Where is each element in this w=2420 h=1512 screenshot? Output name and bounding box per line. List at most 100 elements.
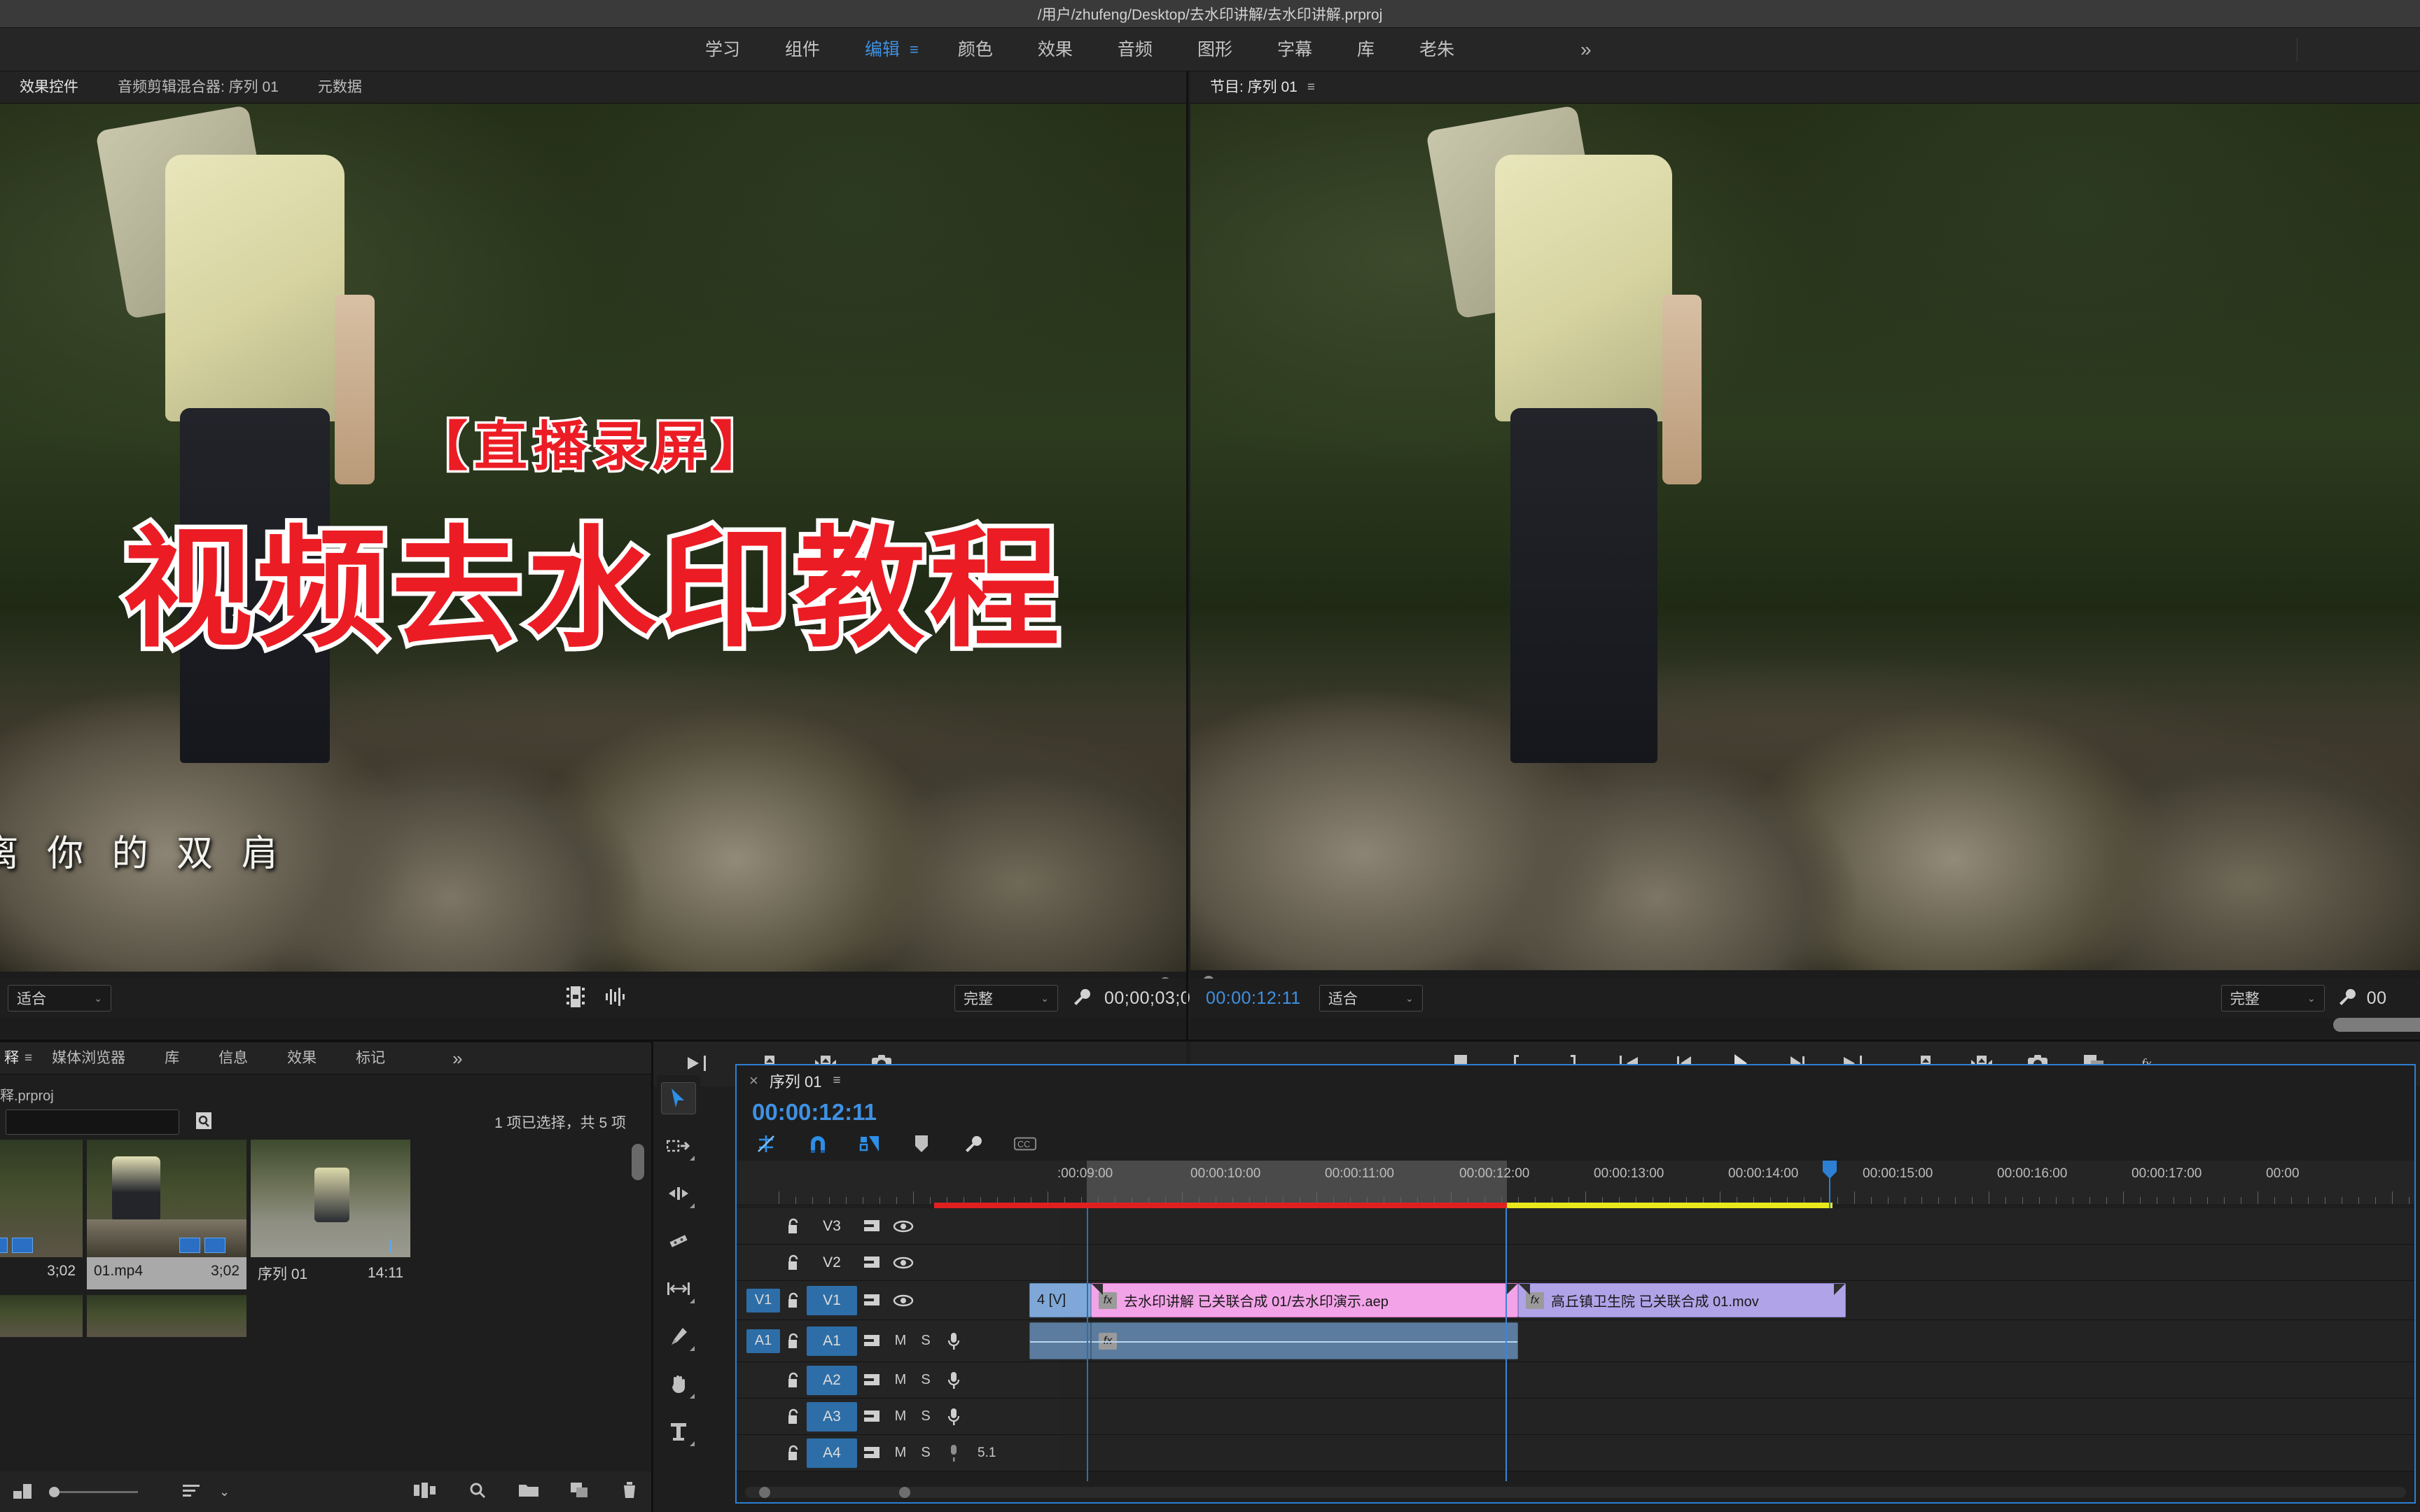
workspace-overflow-icon[interactable]: » bbox=[1561, 38, 1611, 61]
workspace-tab-custom[interactable]: 老朱 bbox=[1397, 28, 1477, 71]
snap-to-markers-icon[interactable] bbox=[755, 1133, 777, 1155]
track-voiceover-mic-icon[interactable] bbox=[938, 1371, 969, 1390]
scrollbar-track[interactable] bbox=[745, 1487, 2406, 1498]
track-sync-lock-toggle-icon[interactable] bbox=[857, 1334, 888, 1349]
project-item[interactable] bbox=[0, 1295, 83, 1337]
source-patch-a1[interactable]: A1 bbox=[746, 1329, 780, 1353]
tab-media-browser[interactable]: 媒体浏览器 bbox=[32, 1042, 145, 1074]
tab-libraries[interactable]: 库 bbox=[145, 1042, 199, 1074]
timeline-panel-menu-icon[interactable]: ≡ bbox=[833, 1073, 840, 1088]
program-settings-wrench-icon[interactable] bbox=[2337, 987, 2357, 1010]
track-body-a2[interactable] bbox=[1060, 1362, 2414, 1398]
timeline-clip[interactable]: fx 高丘镇卫生院 已关联合成 01.mov bbox=[1518, 1283, 1846, 1317]
sync-lock-icon[interactable] bbox=[780, 1445, 807, 1462]
track-sync-lock-toggle-icon[interactable] bbox=[857, 1409, 888, 1424]
track-name-a2[interactable]: A2 bbox=[807, 1366, 857, 1395]
program-panel-menu-icon[interactable]: ≡ bbox=[1307, 80, 1315, 95]
panel-divider-vertical[interactable] bbox=[1186, 71, 1188, 1042]
track-body-v3[interactable] bbox=[1060, 1208, 2414, 1244]
track-voiceover-mic-icon[interactable] bbox=[938, 1408, 969, 1426]
track-name-v1[interactable]: V1 bbox=[807, 1286, 857, 1315]
sync-lock-icon[interactable] bbox=[780, 1372, 807, 1389]
workspace-tab-audio[interactable]: 音频 bbox=[1095, 28, 1175, 71]
search-icon[interactable] bbox=[468, 1481, 487, 1503]
source-patch-a2[interactable] bbox=[746, 1368, 780, 1392]
source-patch-v2[interactable] bbox=[746, 1251, 780, 1275]
project-search-input[interactable] bbox=[6, 1110, 179, 1135]
razor-tool[interactable] bbox=[661, 1225, 696, 1257]
project-panel-menu-icon[interactable]: ≡ bbox=[25, 1051, 32, 1066]
timeline-clip[interactable]: 4 [V] bbox=[1029, 1283, 1091, 1317]
project-item-selected[interactable]: 01.mp4 3;02 bbox=[87, 1140, 246, 1289]
track-sync-lock-toggle-icon[interactable] bbox=[857, 1373, 888, 1388]
timeline-work-area[interactable] bbox=[1087, 1161, 1507, 1204]
closed-captions-icon[interactable]: CC bbox=[1014, 1133, 1036, 1155]
timeline-sequence-name[interactable]: 序列 01 bbox=[770, 1070, 822, 1092]
find-icon[interactable] bbox=[195, 1111, 213, 1134]
track-mute-button[interactable]: M bbox=[888, 1333, 913, 1349]
new-item-icon[interactable] bbox=[570, 1482, 590, 1502]
new-bin-icon[interactable] bbox=[518, 1482, 539, 1502]
workspace-tab-effects[interactable]: 效果 bbox=[1015, 28, 1095, 71]
track-mute-button[interactable]: M bbox=[888, 1408, 913, 1424]
workspace-menu-icon[interactable]: ≡ bbox=[905, 41, 936, 59]
sync-lock-icon[interactable] bbox=[780, 1254, 807, 1271]
type-tool[interactable] bbox=[661, 1415, 696, 1448]
track-solo-button[interactable]: S bbox=[913, 1408, 938, 1424]
source-zoom-level-select[interactable]: 适合 ⌄ bbox=[8, 985, 111, 1011]
tab-metadata[interactable]: 元数据 bbox=[298, 71, 382, 104]
program-zoom-level-select[interactable]: 适合 ⌄ bbox=[1319, 985, 1423, 1011]
source-film-strip-icon[interactable] bbox=[566, 986, 585, 1011]
program-current-timecode[interactable]: 00:00:12:11 bbox=[1206, 988, 1301, 1009]
source-playback-resolution-select[interactable]: 完整 ⌄ bbox=[954, 985, 1058, 1011]
timeline-clip[interactable]: fx bbox=[1091, 1322, 1518, 1359]
delete-icon[interactable] bbox=[620, 1481, 639, 1503]
track-voiceover-mic-icon[interactable] bbox=[938, 1332, 969, 1350]
timeline-clip[interactable] bbox=[1029, 1322, 1091, 1359]
track-body-a1[interactable]: fx bbox=[1060, 1320, 2414, 1362]
slip-tool[interactable] bbox=[661, 1273, 696, 1305]
track-sync-lock-toggle-icon[interactable] bbox=[857, 1255, 888, 1270]
scrollbar-left-handle[interactable] bbox=[759, 1487, 770, 1498]
timeline-clip-selected[interactable]: fx 去水印讲解 已关联合成 01/去水印演示.aep bbox=[1091, 1283, 1518, 1317]
thumbnail-size-slider[interactable] bbox=[49, 1487, 138, 1497]
sync-lock-icon[interactable] bbox=[780, 1218, 807, 1235]
track-sync-lock-toggle-icon[interactable] bbox=[857, 1219, 888, 1234]
track-visibility-eye-icon[interactable] bbox=[888, 1294, 919, 1308]
track-solo-button[interactable]: S bbox=[913, 1445, 938, 1461]
track-name-v3[interactable]: V3 bbox=[807, 1212, 857, 1241]
panel-divider-vertical-2[interactable] bbox=[651, 1042, 653, 1512]
workspace-tab-assembly[interactable]: 组件 bbox=[763, 28, 842, 71]
tab-project[interactable]: 释 bbox=[0, 1042, 25, 1074]
project-tabs-overflow-icon[interactable]: » bbox=[433, 1042, 482, 1074]
list-view-icon[interactable] bbox=[13, 1481, 34, 1503]
workspace-tab-graphics[interactable]: 图形 bbox=[1175, 28, 1255, 71]
program-duration-timecode[interactable]: 00 bbox=[2367, 988, 2387, 1009]
track-body-v1[interactable]: 4 [V] fx 去水印讲解 已关联合成 01/去水印演示.aep fx 高丘镇… bbox=[1060, 1281, 2414, 1320]
track-sync-lock-toggle-icon[interactable] bbox=[857, 1293, 888, 1308]
panel-divider-horizontal[interactable] bbox=[0, 1040, 2420, 1042]
track-visibility-eye-icon[interactable] bbox=[888, 1256, 919, 1270]
tab-effects[interactable]: 效果 bbox=[267, 1042, 336, 1074]
program-monitor-video[interactable] bbox=[1190, 104, 2420, 972]
sort-icon[interactable] bbox=[181, 1481, 204, 1503]
source-audio-waveform-icon[interactable] bbox=[604, 986, 625, 1011]
slider-track[interactable] bbox=[60, 1491, 138, 1493]
workspace-tab-learn[interactable]: 学习 bbox=[683, 28, 763, 71]
track-name-a1[interactable]: A1 bbox=[807, 1326, 857, 1356]
linked-selection-icon[interactable] bbox=[858, 1133, 881, 1155]
tab-effect-controls[interactable]: 效果控件 bbox=[0, 71, 98, 104]
track-solo-button[interactable]: S bbox=[913, 1333, 938, 1349]
selection-tool[interactable] bbox=[661, 1082, 696, 1114]
timeline-settings-wrench-icon[interactable] bbox=[962, 1133, 985, 1155]
source-patch-v3[interactable] bbox=[746, 1214, 780, 1238]
slider-knob[interactable] bbox=[49, 1487, 60, 1497]
close-icon[interactable]: × bbox=[749, 1072, 758, 1090]
workspace-tab-libraries[interactable]: 库 bbox=[1335, 28, 1397, 71]
program-playback-resolution-select[interactable]: 完整 ⌄ bbox=[2221, 985, 2325, 1011]
project-item[interactable] bbox=[87, 1295, 246, 1337]
sync-lock-icon[interactable] bbox=[780, 1333, 807, 1350]
tab-info[interactable]: 信息 bbox=[199, 1042, 267, 1074]
workspace-tab-color[interactable]: 颜色 bbox=[936, 28, 1015, 71]
project-item[interactable]: 序列 01 14:11 bbox=[251, 1140, 410, 1289]
